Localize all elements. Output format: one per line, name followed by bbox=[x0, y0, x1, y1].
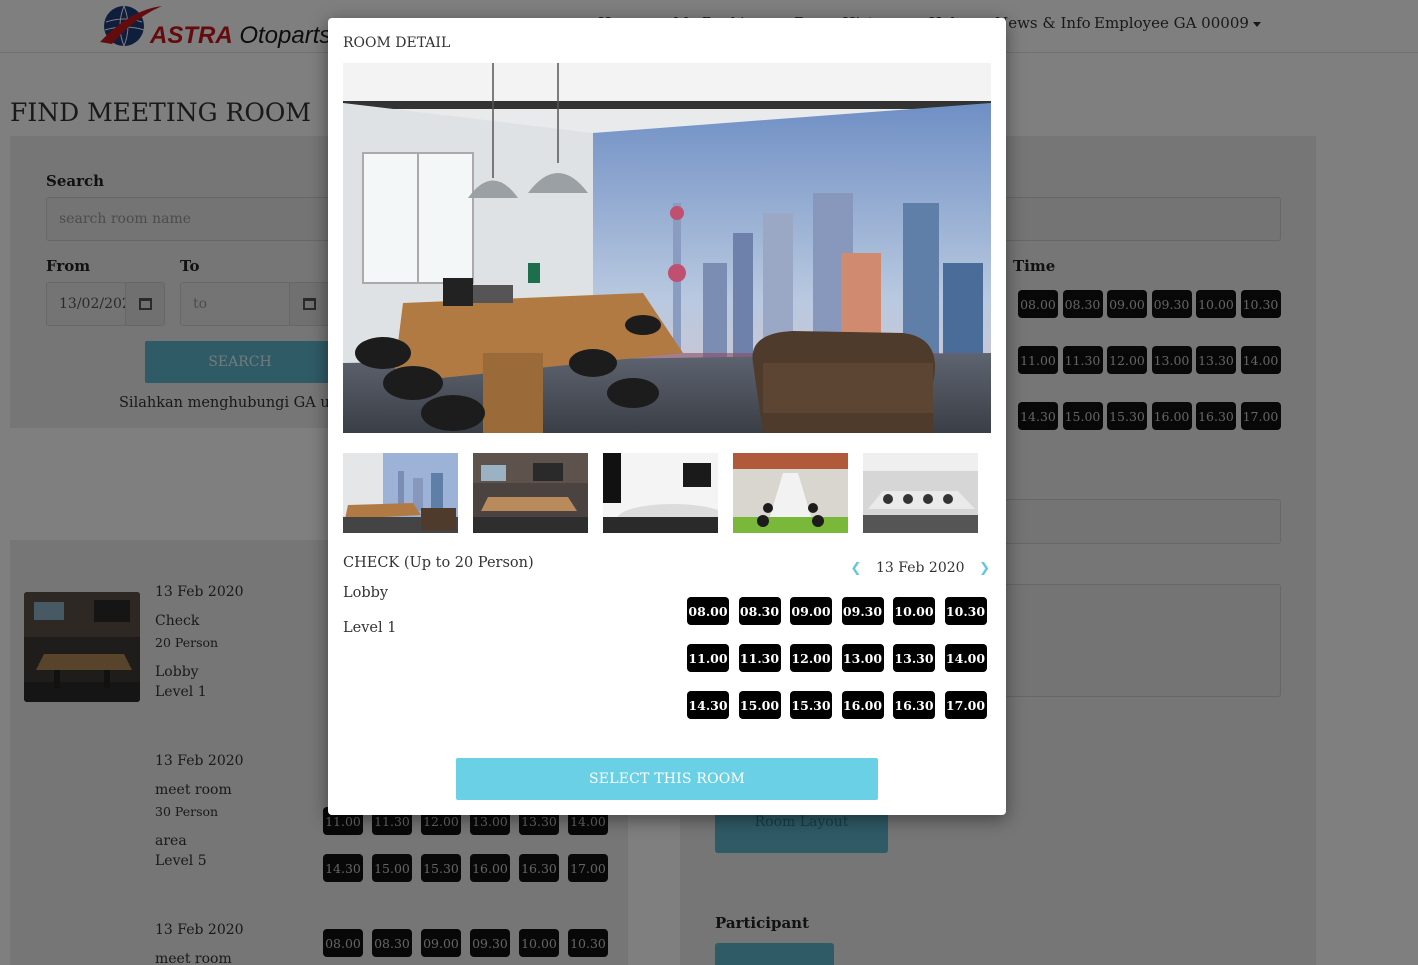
chevron-left-icon[interactable]: ❮ bbox=[846, 560, 866, 576]
modal-time-slot-4[interactable]: 10.00 bbox=[893, 597, 935, 625]
modal-time-slot-5[interactable]: 10.30 bbox=[944, 597, 987, 625]
gallery-thumb-4[interactable] bbox=[733, 453, 848, 533]
modal-time-slot-9[interactable]: 13.00 bbox=[841, 644, 884, 672]
room-location: Lobby bbox=[343, 585, 389, 601]
modal-time-slot-1[interactable]: 08.30 bbox=[738, 597, 781, 625]
select-room-button[interactable]: SELECT THIS ROOM bbox=[456, 758, 878, 800]
date-navigator: ❮ 13 Feb 2020 ❯ bbox=[846, 560, 995, 576]
room-main-photo bbox=[343, 63, 991, 433]
modal-time-slot-15[interactable]: 16.00 bbox=[841, 691, 884, 719]
modal-time-slot-17[interactable]: 17.00 bbox=[944, 691, 987, 719]
room-capacity-title: CHECK (Up to 20 Person) bbox=[343, 555, 534, 571]
selected-date: 13 Feb 2020 bbox=[876, 560, 965, 576]
modal-time-slot-13[interactable]: 15.00 bbox=[738, 691, 781, 719]
gallery-thumb-5[interactable] bbox=[863, 453, 978, 533]
modal-time-slot-10[interactable]: 13.30 bbox=[893, 644, 935, 672]
modal-time-slot-6[interactable]: 11.00 bbox=[687, 644, 729, 672]
modal-time-slot-3[interactable]: 09.30 bbox=[841, 597, 884, 625]
gallery-thumb-3[interactable] bbox=[603, 453, 718, 533]
room-level: Level 1 bbox=[343, 620, 397, 636]
modal-time-slot-14[interactable]: 15.30 bbox=[790, 691, 832, 719]
room-detail-modal: ROOM DETAIL CHECK (Up to 20 Person) Lobb… bbox=[328, 18, 1006, 815]
modal-title: ROOM DETAIL bbox=[343, 35, 451, 51]
modal-time-slot-12[interactable]: 14.30 bbox=[687, 691, 729, 719]
modal-time-slot-0[interactable]: 08.00 bbox=[687, 597, 729, 625]
modal-time-slot-2[interactable]: 09.00 bbox=[790, 597, 832, 625]
modal-time-slot-7[interactable]: 11.30 bbox=[738, 644, 781, 672]
gallery-thumb-1[interactable] bbox=[343, 453, 458, 533]
modal-time-slot-8[interactable]: 12.00 bbox=[790, 644, 832, 672]
chevron-right-icon[interactable]: ❯ bbox=[975, 560, 995, 576]
modal-time-slot-11[interactable]: 14.00 bbox=[944, 644, 987, 672]
gallery-thumb-2[interactable] bbox=[473, 453, 588, 533]
modal-time-slot-16[interactable]: 16.30 bbox=[893, 691, 935, 719]
